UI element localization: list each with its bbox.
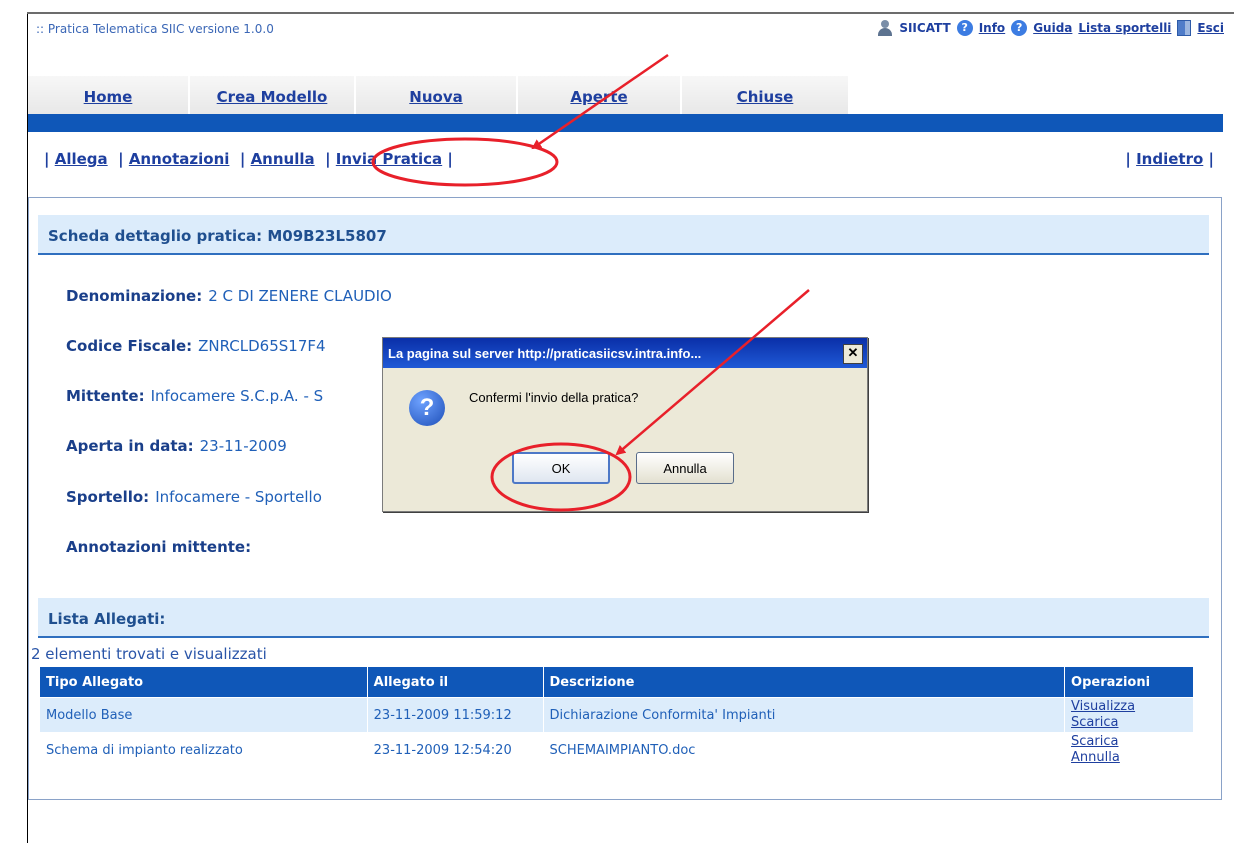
table-header-row: Tipo Allegato Allegato il Descrizione Op… [39, 666, 1194, 698]
field-label: Denominazione: [66, 287, 203, 305]
cell-descrizione: Dichiarazione Conformita' Impianti [542, 697, 1066, 733]
dialog-title: La pagina sul server http://praticasiics… [388, 345, 702, 361]
app-title: :: Pratica Telematica SIIC versione 1.0.… [36, 22, 274, 36]
separator: | [447, 150, 453, 168]
detail-header: Scheda dettaglio pratica: M09B23L5807 [38, 215, 1209, 255]
allega-link[interactable]: Allega [55, 150, 108, 168]
tab-aperte[interactable]: Aperte [518, 76, 682, 114]
annotazioni-link[interactable]: Annotazioni [129, 150, 230, 168]
field-label: Mittente: [66, 387, 145, 405]
field-aperta-in-data: Aperta in data: 23-11-2009 [66, 437, 287, 455]
cancel-button[interactable]: Annulla [636, 452, 734, 484]
guida-link[interactable]: Guida [1033, 21, 1072, 35]
annulla-allegato-link[interactable]: Annulla [1071, 750, 1187, 766]
question-icon: ? [409, 390, 445, 426]
cell-data: 23-11-2009 12:54:20 [366, 732, 544, 768]
confirm-dialog: La pagina sul server http://praticasiics… [382, 337, 868, 512]
field-annotazioni-mittente: Annotazioni mittente: [66, 538, 257, 556]
guida-icon[interactable]: ? [1011, 20, 1028, 36]
cell-tipo: Modello Base [39, 697, 368, 733]
info-link[interactable]: Info [979, 21, 1005, 35]
field-codice-fiscale: Codice Fiscale: ZNRCLD65S17F4 [66, 337, 326, 355]
allegati-header: Lista Allegati: [38, 598, 1209, 638]
field-denominazione: Denominazione: 2 C DI ZENERE CLAUDIO [66, 287, 392, 305]
field-label: Sportello: [66, 488, 150, 506]
esci-link[interactable]: Esci [1197, 21, 1224, 35]
column-header: Operazioni [1064, 666, 1194, 698]
column-header: Tipo Allegato [39, 666, 368, 698]
visualizza-link[interactable]: Visualizza [1071, 699, 1187, 715]
cell-operazioni: Visualizza Scarica [1064, 697, 1194, 733]
table-row: Modello Base 23-11-2009 11:59:12 Dichiar… [39, 697, 1194, 733]
table-row: Schema di impianto realizzato 23-11-2009… [39, 732, 1194, 768]
cell-data: 23-11-2009 11:59:12 [366, 697, 544, 733]
field-value: 23-11-2009 [199, 437, 287, 455]
invia-pratica-link[interactable]: Invia Pratica [336, 150, 442, 168]
column-header: Allegato il [366, 666, 544, 698]
lista-sportelli-link[interactable]: Lista sportelli [1078, 21, 1171, 35]
separator: | [1125, 150, 1131, 168]
nav-bar [28, 114, 1223, 132]
exit-icon[interactable] [1177, 20, 1192, 36]
field-value: Infocamere S.C.p.A. - S [150, 387, 324, 405]
annulla-link[interactable]: Annulla [251, 150, 315, 168]
ok-button[interactable]: OK [512, 452, 610, 484]
separator: | [239, 150, 246, 168]
close-icon[interactable]: ✕ [843, 344, 863, 364]
main-tabs: Home Crea Modello Nuova Aperte Chiuse [28, 76, 850, 114]
back-links: | Indietro | [1125, 150, 1214, 168]
action-links: | Allega | Annotazioni | Annulla | Invia… [44, 150, 453, 168]
field-label: Aperta in data: [66, 437, 194, 455]
separator: | [44, 150, 50, 168]
scarica-link[interactable]: Scarica [1071, 734, 1187, 750]
results-count: 2 elementi trovati e visualizzati [31, 645, 267, 663]
field-value: Infocamere - Sportello [155, 488, 322, 506]
dialog-title-bar: La pagina sul server http://praticasiics… [383, 338, 867, 368]
user-name: SIICATT [899, 21, 951, 35]
field-label: Annotazioni mittente: [66, 538, 252, 556]
tab-home[interactable]: Home [28, 76, 190, 114]
scarica-link[interactable]: Scarica [1071, 715, 1187, 731]
cell-tipo: Schema di impianto realizzato [39, 732, 368, 768]
tab-nuova[interactable]: Nuova [356, 76, 518, 114]
top-links-bar: SIICATT ? Info ? Guida Lista sportelli E… [877, 20, 1224, 36]
indietro-link[interactable]: Indietro [1136, 150, 1203, 168]
field-value: 2 C DI ZENERE CLAUDIO [208, 287, 392, 305]
separator: | [118, 150, 124, 168]
cell-operazioni: Scarica Annulla [1064, 732, 1194, 768]
dialog-message: Confermi l'invio della pratica? [469, 390, 639, 405]
separator: | [1208, 150, 1214, 168]
page-top-border [27, 12, 1234, 14]
column-header: Descrizione [542, 666, 1066, 698]
info-icon[interactable]: ? [956, 20, 973, 36]
allegati-table: Tipo Allegato Allegato il Descrizione Op… [39, 666, 1194, 768]
field-label: Codice Fiscale: [66, 337, 193, 355]
field-value: ZNRCLD65S17F4 [198, 337, 326, 355]
field-sportello: Sportello: Infocamere - Sportello [66, 488, 322, 506]
cell-descrizione: SCHEMAIMPIANTO.doc [542, 732, 1066, 768]
tab-crea-modello[interactable]: Crea Modello [190, 76, 356, 114]
user-icon [877, 20, 893, 36]
tab-chiuse[interactable]: Chiuse [682, 76, 850, 114]
field-mittente: Mittente: Infocamere S.C.p.A. - S [66, 387, 323, 405]
separator: | [325, 150, 331, 168]
